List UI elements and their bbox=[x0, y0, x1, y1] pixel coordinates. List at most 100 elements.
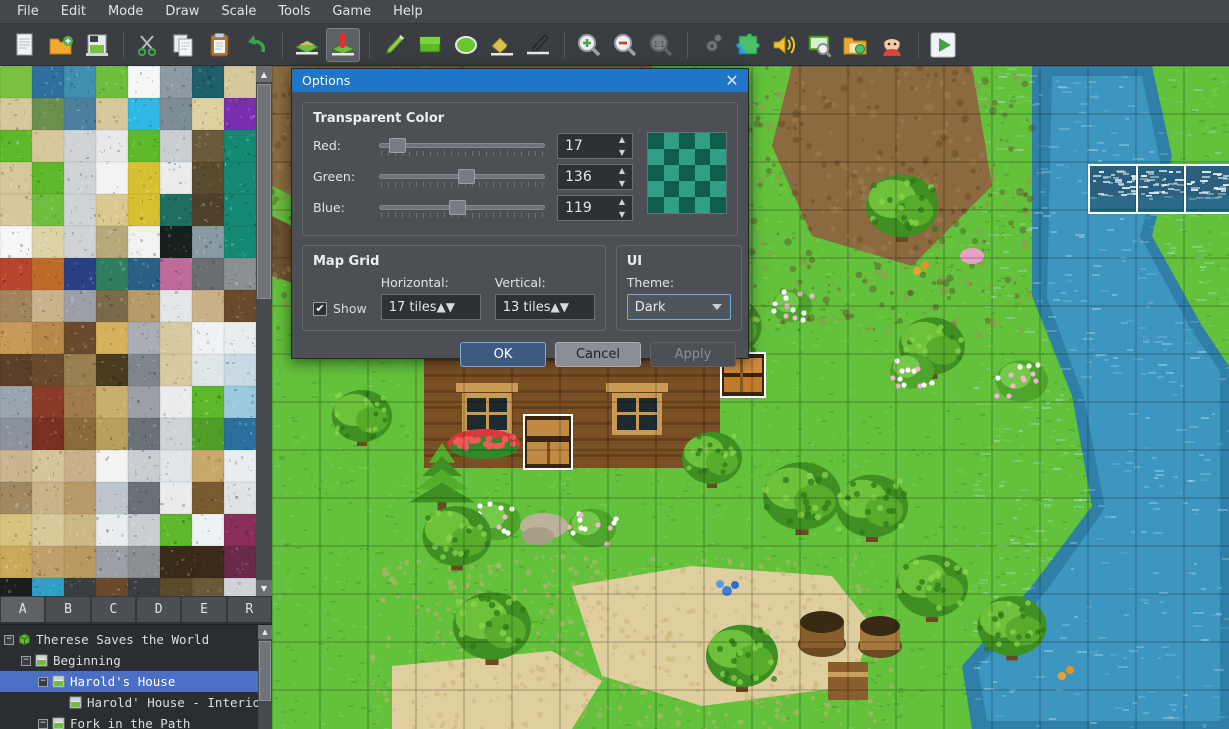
tileset-tile[interactable] bbox=[32, 418, 64, 450]
tileset-tile[interactable] bbox=[64, 98, 96, 130]
tileset-tile[interactable] bbox=[0, 130, 32, 162]
tileset-tile[interactable] bbox=[224, 258, 256, 290]
tileset-tile[interactable] bbox=[224, 386, 256, 418]
tileset-tile[interactable] bbox=[32, 98, 64, 130]
tileset-tile[interactable] bbox=[192, 450, 224, 482]
tileset-tile[interactable] bbox=[160, 450, 192, 482]
undo-button[interactable] bbox=[239, 28, 273, 62]
tileset-tile[interactable] bbox=[192, 386, 224, 418]
triangle-down-icon[interactable]: ▼ bbox=[619, 211, 625, 219]
tileset-tile[interactable] bbox=[160, 418, 192, 450]
tileset-tile[interactable] bbox=[64, 354, 96, 386]
map-tree-item[interactable]: −Therese Saves the World bbox=[0, 629, 258, 650]
tileset-tile[interactable] bbox=[128, 578, 160, 596]
tileset-tile[interactable] bbox=[96, 162, 128, 194]
tileset-tile[interactable] bbox=[96, 258, 128, 290]
tileset-tile[interactable] bbox=[64, 546, 96, 578]
ok-button[interactable]: OK bbox=[460, 342, 546, 367]
tileset-tile[interactable] bbox=[0, 322, 32, 354]
tileset-tile[interactable] bbox=[192, 162, 224, 194]
tileset-tile[interactable] bbox=[160, 226, 192, 258]
tileset-tile[interactable] bbox=[160, 354, 192, 386]
checkmark-icon[interactable]: ✔ bbox=[313, 302, 327, 316]
selected-event-waterfall-2[interactable] bbox=[1136, 164, 1186, 214]
tileset-tile[interactable] bbox=[32, 450, 64, 482]
tileset-tile[interactable] bbox=[32, 66, 64, 98]
tileset-tab-d[interactable]: D bbox=[136, 596, 181, 622]
tileset-tab-a[interactable]: A bbox=[0, 596, 45, 622]
scrollbar-thumb[interactable] bbox=[257, 84, 271, 299]
triangle-down-icon[interactable]: ▼ bbox=[256, 580, 272, 596]
map-grid-show-checkbox[interactable]: ✔ Show bbox=[313, 301, 367, 320]
color-channel-slider[interactable] bbox=[379, 134, 545, 158]
tileset-tile[interactable] bbox=[64, 514, 96, 546]
tileset-tile[interactable] bbox=[32, 354, 64, 386]
pencil-tool-button[interactable] bbox=[377, 28, 411, 62]
save-project-button[interactable] bbox=[80, 28, 114, 62]
selected-event-waterfall-1[interactable] bbox=[1088, 164, 1138, 214]
map-tree-item[interactable]: −Fork in the Path bbox=[0, 713, 258, 729]
tileset-tab-c[interactable]: C bbox=[91, 596, 136, 622]
tileset-tile[interactable] bbox=[192, 66, 224, 98]
triangle-down-icon[interactable]: ▼ bbox=[446, 300, 455, 314]
tileset-tile[interactable] bbox=[32, 514, 64, 546]
triangle-down-icon[interactable]: ▼ bbox=[619, 180, 625, 188]
tileset-tile[interactable] bbox=[96, 546, 128, 578]
color-channel-slider[interactable] bbox=[379, 165, 545, 189]
tileset-tile[interactable] bbox=[0, 226, 32, 258]
tileset-tile[interactable] bbox=[224, 226, 256, 258]
close-x-icon[interactable]: ✕ bbox=[720, 71, 744, 91]
tileset-tile[interactable] bbox=[64, 322, 96, 354]
triangle-up-icon[interactable]: ▲ bbox=[437, 300, 446, 314]
zoom-in-button[interactable] bbox=[572, 28, 606, 62]
tileset-tile[interactable] bbox=[96, 514, 128, 546]
tileset-tile[interactable] bbox=[96, 450, 128, 482]
tileset-tile[interactable] bbox=[96, 290, 128, 322]
tileset-tile[interactable] bbox=[0, 578, 32, 596]
tileset-tile[interactable] bbox=[96, 418, 128, 450]
tileset-tile[interactable] bbox=[96, 354, 128, 386]
menu-item-mode[interactable]: Mode bbox=[97, 1, 154, 22]
tileset-tile[interactable] bbox=[32, 578, 64, 596]
tileset-tile[interactable] bbox=[192, 258, 224, 290]
tileset-tile[interactable] bbox=[192, 322, 224, 354]
tileset-tile[interactable] bbox=[160, 514, 192, 546]
color-channel-slider[interactable] bbox=[379, 196, 545, 220]
triangle-up-icon[interactable]: ▲ bbox=[551, 300, 560, 314]
tileset-tile[interactable] bbox=[64, 418, 96, 450]
tileset-tile[interactable] bbox=[0, 66, 32, 98]
stepper-arrows[interactable]: ▲▼ bbox=[616, 198, 628, 219]
event-searcher-button[interactable] bbox=[803, 28, 837, 62]
tileset-tile[interactable] bbox=[32, 226, 64, 258]
triangle-up-icon[interactable]: ▲ bbox=[258, 625, 272, 639]
menu-item-help[interactable]: Help bbox=[382, 1, 434, 22]
slider-thumb[interactable] bbox=[458, 169, 475, 184]
shadow-pen-tool-button[interactable] bbox=[521, 28, 555, 62]
tileset-tile[interactable] bbox=[32, 546, 64, 578]
tileset-tile[interactable] bbox=[160, 386, 192, 418]
event-mode-button[interactable] bbox=[326, 28, 360, 62]
plugin-manager-button[interactable] bbox=[731, 28, 765, 62]
open-project-button[interactable] bbox=[44, 28, 78, 62]
expander-minus-icon[interactable]: − bbox=[38, 719, 48, 729]
tileset-tile[interactable] bbox=[128, 418, 160, 450]
tileset-tile[interactable] bbox=[160, 482, 192, 514]
tileset-tile[interactable] bbox=[32, 482, 64, 514]
tileset-tile[interactable] bbox=[96, 66, 128, 98]
sound-test-button[interactable] bbox=[767, 28, 801, 62]
tileset-tile[interactable] bbox=[224, 98, 256, 130]
tileset-tile[interactable] bbox=[64, 578, 96, 596]
tileset-tile[interactable] bbox=[160, 322, 192, 354]
triangle-up-icon[interactable]: ▲ bbox=[256, 66, 272, 82]
triangle-up-icon[interactable]: ▲ bbox=[619, 136, 625, 144]
tileset-tile[interactable] bbox=[32, 162, 64, 194]
tileset-tile[interactable] bbox=[192, 482, 224, 514]
tileset-tab-r[interactable]: R bbox=[227, 596, 272, 622]
tileset-tile[interactable] bbox=[128, 386, 160, 418]
tileset-tile[interactable] bbox=[0, 290, 32, 322]
tileset-tile[interactable] bbox=[128, 194, 160, 226]
tileset-tile[interactable] bbox=[64, 194, 96, 226]
tileset-tile[interactable] bbox=[64, 290, 96, 322]
map-tree-scrollbar[interactable]: ▲ bbox=[258, 625, 272, 729]
ellipse-tool-button[interactable] bbox=[449, 28, 483, 62]
